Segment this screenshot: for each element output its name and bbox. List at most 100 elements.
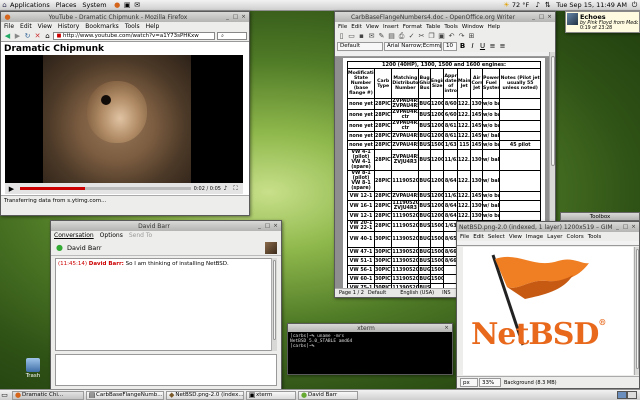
close-button[interactable]: × — [443, 325, 450, 332]
gimp-titlebar[interactable]: NetBSD.png-2.0 (indexed, 1 layer) 1200x5… — [457, 222, 639, 232]
menu-conversation[interactable]: Conversation — [54, 232, 94, 239]
font-select[interactable]: Arial Narrow;Ecmmj lig — [384, 41, 442, 51]
weather-icon[interactable]: ☀ — [502, 1, 511, 9]
minimize-button[interactable]: _ — [530, 14, 537, 21]
undo-icon[interactable]: ↶ — [447, 32, 456, 40]
style-select[interactable]: Default — [337, 41, 383, 51]
mail-launcher-icon[interactable]: ✉ — [133, 1, 142, 9]
font-size-select[interactable]: 10 — [443, 41, 457, 51]
menu-file[interactable]: File — [460, 234, 469, 240]
scroll-thumb[interactable] — [636, 249, 639, 369]
close-button[interactable]: × — [630, 224, 637, 231]
menu-window[interactable]: Window — [462, 24, 484, 30]
insert-mode[interactable]: INS — [442, 290, 450, 296]
power-icon[interactable]: ⏻ — [630, 1, 639, 9]
speaker-icon[interactable]: ♪ — [533, 1, 542, 9]
maximize-button[interactable]: □ — [622, 224, 629, 231]
menu-tools[interactable]: Tools — [444, 24, 458, 30]
italic-icon[interactable]: I — [468, 42, 477, 50]
menu-options[interactable]: Options — [100, 232, 123, 239]
taskbar-item-gimp[interactable]: ◆ NetBSD.png-2.0 (index... — [166, 390, 244, 400]
menu-tools[interactable]: Tools — [125, 23, 140, 30]
menu-table[interactable]: Table — [426, 24, 440, 30]
menu-applications[interactable]: Applications — [10, 1, 50, 9]
menu-view[interactable]: View — [509, 234, 522, 240]
pidgin-titlebar[interactable]: David Barr _ □ × — [51, 221, 281, 231]
gimp-scrollbar[interactable] — [634, 247, 639, 375]
clock[interactable]: Tue Sep 15, 11:49 AM — [556, 1, 627, 9]
home-icon[interactable]: ⌂ — [43, 32, 52, 40]
redo-icon[interactable]: ↷ — [457, 32, 466, 40]
volume-icon[interactable]: ♪ — [221, 185, 230, 193]
xterm-titlebar[interactable]: xterm × — [288, 324, 452, 332]
close-button[interactable]: × — [546, 14, 553, 21]
workspace-1[interactable] — [617, 391, 627, 399]
terminal-launcher-icon[interactable]: ▣ — [123, 1, 132, 9]
reload-icon[interactable]: ↻ — [23, 32, 32, 40]
minimize-button[interactable]: _ — [614, 224, 621, 231]
terminal-output[interactable]: [carbs]~% uname -mrs NetBSD 5.0_STABLE a… — [288, 332, 452, 351]
menu-file[interactable]: File — [4, 23, 14, 30]
underline-icon[interactable]: U — [478, 42, 487, 50]
menu-bookmarks[interactable]: Bookmarks — [85, 23, 119, 30]
firefox-launcher-icon[interactable]: ● — [113, 1, 122, 9]
minimize-button[interactable]: _ — [224, 14, 231, 21]
taskbar-item-writer[interactable]: ▤ CarbBaseFlangeNumb... — [86, 390, 164, 400]
firefox-titlebar[interactable]: ● YouTube - Dramatic Chipmunk - Mozilla … — [1, 12, 249, 22]
chat-scrollbar[interactable] — [271, 258, 277, 351]
menu-layer[interactable]: Layer — [547, 234, 562, 240]
save-icon[interactable]: ▪ — [357, 32, 366, 40]
trash[interactable]: Trash — [18, 358, 48, 379]
spellcheck-icon[interactable]: ✓ — [407, 32, 416, 40]
menu-image[interactable]: Image — [526, 234, 543, 240]
menu-edit[interactable]: Edit — [20, 23, 32, 30]
menu-view[interactable]: View — [366, 24, 379, 30]
unit-select[interactable]: px — [460, 378, 478, 387]
menu-history[interactable]: History — [58, 23, 79, 30]
show-desktop-icon[interactable]: ▭ — [0, 391, 9, 399]
gnome-foot-icon[interactable]: ⌂ — [0, 1, 9, 9]
writer-titlebar[interactable]: CarbBaseFlangeNumbers4.doc - OpenOffice.… — [335, 12, 555, 22]
play-icon[interactable]: ▶ — [7, 185, 16, 193]
taskbar-item-xterm[interactable]: ▣ xterm — [246, 390, 296, 400]
menu-insert[interactable]: Insert — [383, 24, 399, 30]
menu-places[interactable]: Places — [56, 1, 77, 9]
menu-colors[interactable]: Colors — [566, 234, 583, 240]
forward-icon[interactable]: ▶ — [13, 32, 22, 40]
maximize-button[interactable]: □ — [538, 14, 545, 21]
email-icon[interactable]: ✉ — [367, 32, 376, 40]
weather-temp[interactable]: 72 °F — [512, 1, 529, 9]
taskbar-item-firefox[interactable]: ● Dramatic Chi... — [12, 390, 84, 400]
menu-file[interactable]: File — [338, 24, 347, 30]
print-icon[interactable]: ⎙ — [397, 32, 406, 40]
menu-format[interactable]: Format — [403, 24, 422, 30]
scroll-thumb[interactable] — [551, 56, 555, 166]
minimize-button[interactable]: _ — [256, 223, 263, 230]
close-button[interactable]: × — [240, 14, 247, 21]
copy-icon[interactable]: ❐ — [427, 32, 436, 40]
align-center-icon[interactable]: ≡ — [498, 42, 507, 50]
table-icon[interactable]: ⊞ — [467, 32, 476, 40]
pdf-icon[interactable]: ▤ — [387, 32, 396, 40]
video-player[interactable] — [5, 55, 243, 183]
now-playing-popup[interactable]: Echoes by Pink Floyd from Meddle 0:19 of… — [565, 11, 640, 33]
maximize-button[interactable]: □ — [264, 223, 271, 230]
close-button[interactable]: × — [272, 223, 279, 230]
menu-system[interactable]: System — [82, 1, 106, 9]
fullscreen-icon[interactable]: ⛶ — [231, 185, 240, 193]
menu-tools[interactable]: Tools — [588, 234, 602, 240]
url-bar[interactable]: ■ http://www.youtube.com/watch?v=a1Y73sP… — [53, 32, 215, 40]
maximize-button[interactable]: □ — [232, 14, 239, 21]
menu-send-to[interactable]: Send To — [129, 232, 152, 239]
menu-view[interactable]: View — [38, 23, 52, 30]
seek-bar[interactable] — [20, 187, 191, 190]
back-icon[interactable]: ◀ — [3, 32, 12, 40]
gimp-canvas[interactable]: NetBSD® — [463, 247, 633, 375]
menu-select[interactable]: Select — [488, 234, 505, 240]
paste-icon[interactable]: ▣ — [437, 32, 446, 40]
stop-icon[interactable]: ✕ — [33, 32, 42, 40]
scroll-thumb[interactable] — [273, 260, 276, 340]
menu-edit[interactable]: Edit — [351, 24, 362, 30]
open-icon[interactable]: ▭ — [347, 32, 356, 40]
menu-help[interactable]: Help — [488, 24, 501, 30]
